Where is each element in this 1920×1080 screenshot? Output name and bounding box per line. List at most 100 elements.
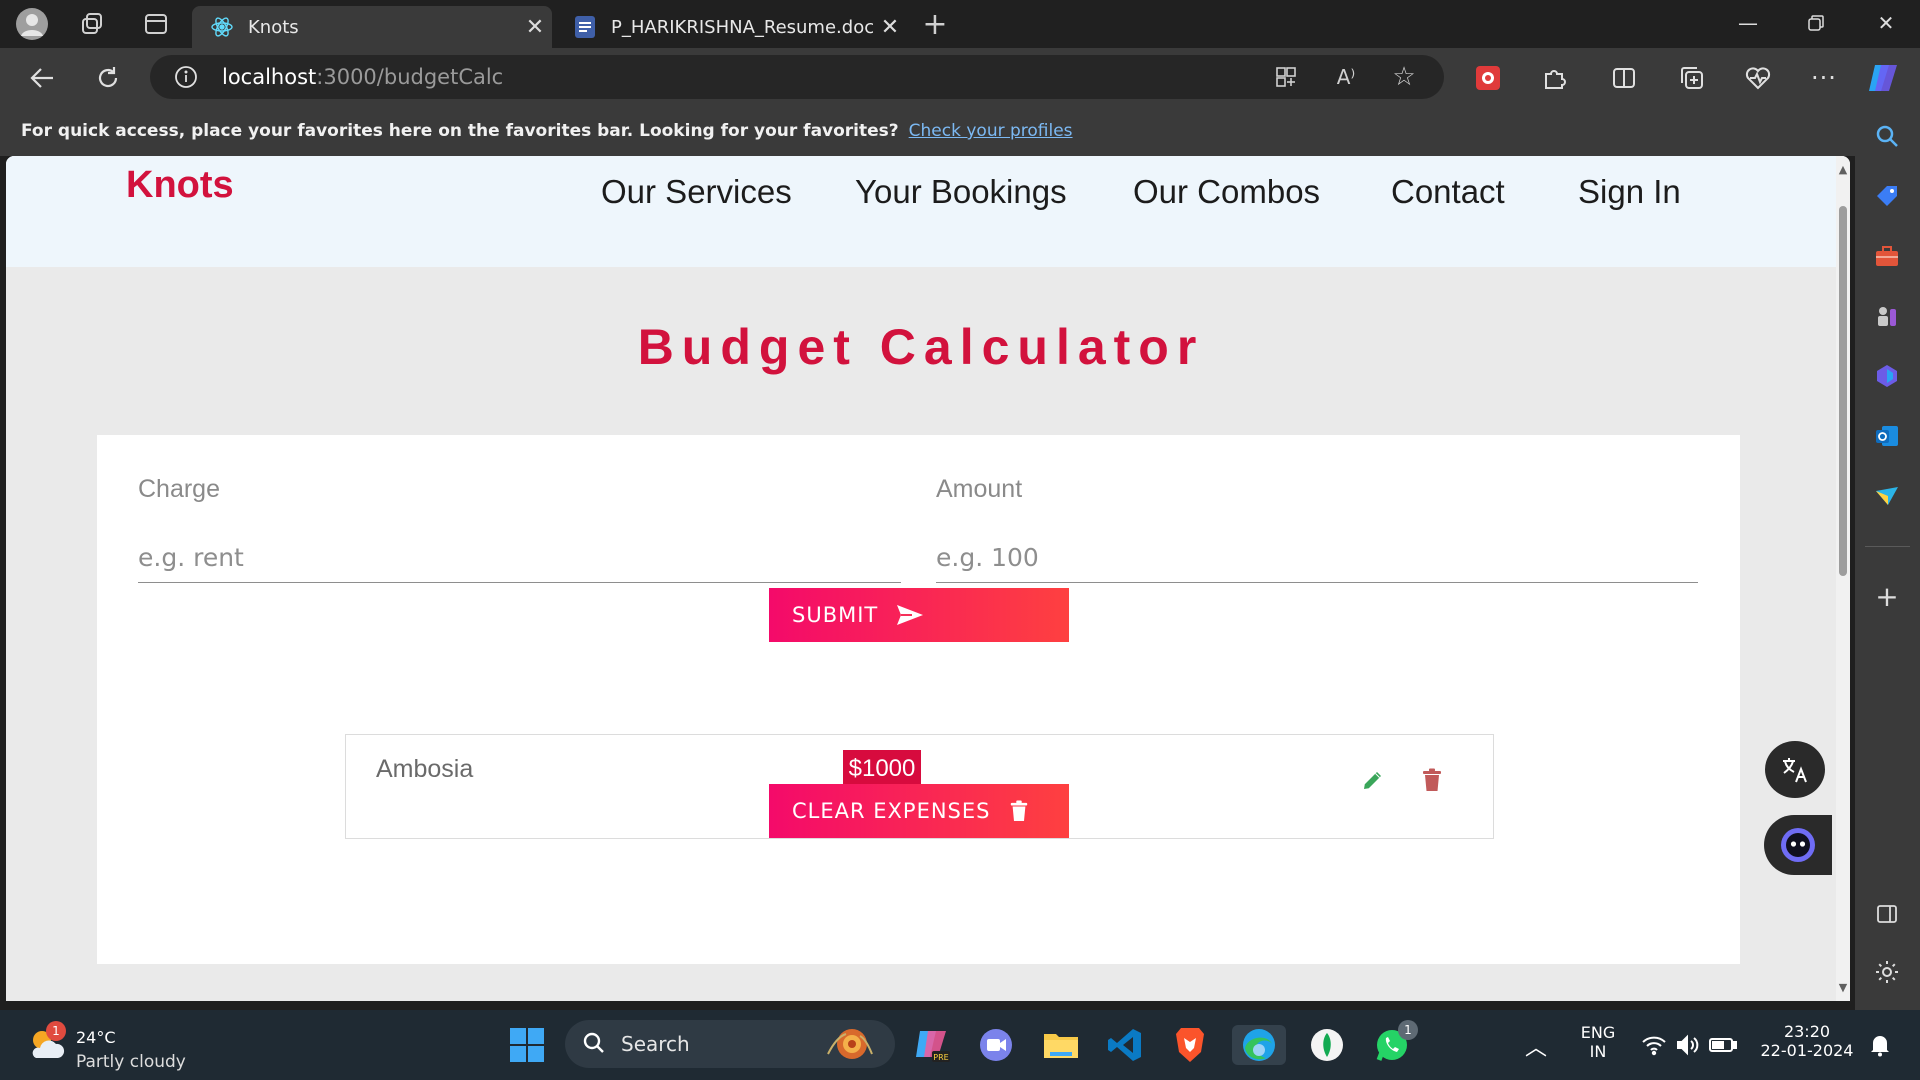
page-scrollbar[interactable]: ▲ ▼: [1836, 156, 1850, 1001]
charge-input[interactable]: [138, 533, 901, 583]
more-options-icon[interactable]: ···: [1802, 56, 1846, 100]
site-info-icon[interactable]: [174, 65, 198, 89]
minimize-icon[interactable]: —: [1718, 0, 1778, 46]
weather-temperature: 24°C: [76, 1028, 116, 1047]
nav-our-combos[interactable]: Our Combos: [1133, 173, 1320, 211]
amount-label: Amount: [936, 475, 1023, 503]
brave-icon[interactable]: [1170, 1025, 1210, 1065]
language-indicator[interactable]: ENG IN: [1578, 1023, 1618, 1061]
split-screen-icon[interactable]: [1602, 56, 1646, 100]
nav-sign-in[interactable]: Sign In: [1578, 173, 1681, 211]
region-code: IN: [1589, 1042, 1607, 1061]
taskbar-search[interactable]: Search: [565, 1020, 895, 1068]
react-icon: [210, 15, 234, 39]
clear-expenses-label: CLEAR EXPENSES: [792, 799, 991, 823]
workspaces-icon[interactable]: [72, 6, 112, 42]
outlook-icon[interactable]: [1869, 418, 1905, 454]
charge-label: Charge: [138, 475, 220, 503]
tab-title: Knots: [248, 16, 299, 38]
check-profiles-link[interactable]: Check your profiles: [909, 121, 1073, 141]
url-host: localhost: [222, 65, 317, 89]
budget-form-card: Charge Amount SUBMIT Ambosia $1000 CLEAR…: [97, 435, 1740, 964]
nav-our-services[interactable]: Our Services: [601, 173, 792, 211]
language-code: ENG: [1580, 1023, 1616, 1042]
battery-icon[interactable]: [1703, 1025, 1743, 1065]
favorites-message: For quick access, place your favorites h…: [21, 121, 899, 141]
collections-icon[interactable]: [1670, 56, 1714, 100]
back-icon[interactable]: [20, 56, 64, 100]
hide-sidebar-icon[interactable]: [1869, 896, 1905, 932]
scroll-up-icon[interactable]: ▲: [1837, 164, 1849, 176]
send-icon: [896, 604, 924, 626]
tools-briefcase-icon[interactable]: [1869, 238, 1905, 274]
tab-actions-icon[interactable]: [136, 6, 176, 42]
clock[interactable]: 23:20 22-01-2024: [1752, 1022, 1862, 1060]
assistant-bot-icon[interactable]: [1764, 815, 1832, 875]
profile-avatar-icon[interactable]: [12, 6, 52, 42]
windows-start-icon[interactable]: [507, 1025, 547, 1065]
tab-bar: Knots ✕ P_HARIKRISHNA_Resume.docx - ✕ + …: [0, 0, 1920, 48]
url-field[interactable]: localhost:3000/budgetCalc A⁾ ☆: [150, 55, 1444, 99]
app-available-icon[interactable]: [1272, 63, 1300, 91]
edit-pencil-icon[interactable]: [1358, 765, 1388, 795]
trash-icon: [1009, 799, 1029, 823]
weather-badge: 1: [46, 1021, 66, 1041]
nav-contact[interactable]: Contact: [1391, 173, 1505, 211]
refresh-icon[interactable]: [86, 56, 130, 100]
whatsapp-badge: 1: [1398, 1020, 1418, 1040]
file-explorer-icon[interactable]: [1041, 1025, 1081, 1065]
edge-browser-icon[interactable]: [1232, 1025, 1286, 1065]
send-plane-icon[interactable]: [1869, 478, 1905, 514]
weather-description: Partly cloudy: [76, 1052, 186, 1072]
tab-title: P_HARIKRISHNA_Resume.docx -: [611, 16, 873, 38]
scroll-thumb[interactable]: [1839, 206, 1847, 576]
close-window-icon[interactable]: ✕: [1856, 0, 1916, 46]
volume-icon[interactable]: [1668, 1025, 1708, 1065]
clear-expenses-button[interactable]: CLEAR EXPENSES: [769, 784, 1069, 838]
copilot-app-icon[interactable]: [1869, 358, 1905, 394]
scroll-down-icon[interactable]: ▼: [1837, 982, 1849, 994]
address-bar: localhost:3000/budgetCalc A⁾ ☆ ···: [0, 48, 1920, 106]
vscode-icon[interactable]: [1105, 1025, 1145, 1065]
search-icon[interactable]: [1869, 118, 1905, 154]
extensions-puzzle-icon[interactable]: [1532, 56, 1576, 100]
favorite-star-icon[interactable]: ☆: [1390, 62, 1418, 92]
copilot-icon[interactable]: [1862, 56, 1906, 100]
edge-sidebar: +: [1855, 106, 1920, 1010]
site-navbar: Knots Our Services Your Bookings Our Com…: [6, 156, 1836, 267]
games-icon[interactable]: [1869, 298, 1905, 334]
submit-label: SUBMIT: [792, 603, 879, 627]
brand-logo[interactable]: Knots: [126, 164, 234, 207]
amount-input[interactable]: [936, 533, 1698, 583]
tab-resume[interactable]: P_HARIKRISHNA_Resume.docx - ✕: [555, 6, 907, 48]
document-icon: [573, 15, 597, 39]
read-aloud-icon[interactable]: A⁾: [1332, 63, 1360, 91]
shopping-tag-icon[interactable]: [1869, 178, 1905, 214]
notification-bell-icon[interactable]: [1860, 1025, 1900, 1065]
weather-widget[interactable]: 1 24°C Partly cloudy: [26, 1020, 196, 1072]
extension-red-icon[interactable]: [1466, 56, 1510, 100]
nav-your-bookings[interactable]: Your Bookings: [855, 173, 1067, 211]
delete-trash-icon[interactable]: [1417, 765, 1447, 795]
mongodb-compass-icon[interactable]: [1307, 1025, 1347, 1065]
url-text: localhost:3000/budgetCalc: [222, 65, 503, 89]
tab-knots[interactable]: Knots ✕: [192, 6, 552, 48]
clock-time: 23:20: [1783, 1022, 1831, 1041]
performance-heart-icon[interactable]: [1736, 56, 1780, 100]
new-tab-button[interactable]: +: [915, 6, 955, 42]
settings-gear-icon[interactable]: [1869, 954, 1905, 990]
favorites-bar: For quick access, place your favorites h…: [0, 106, 1855, 156]
add-sidebar-app-icon[interactable]: +: [1869, 578, 1905, 614]
svg-text:PRE: PRE: [933, 1053, 948, 1062]
copilot-pre-icon[interactable]: PRE: [912, 1025, 952, 1065]
translate-icon[interactable]: [1765, 741, 1825, 798]
show-hidden-icons-chevron-icon[interactable]: ︿: [1525, 1030, 1547, 1062]
submit-button[interactable]: SUBMIT: [769, 588, 1069, 642]
close-tab-icon[interactable]: ✕: [518, 10, 552, 44]
windows-taskbar: 1 24°C Partly cloudy Search PRE 1 ︿ ENG …: [0, 1010, 1920, 1080]
clock-date: 22-01-2024: [1760, 1041, 1854, 1060]
url-path: :3000/budgetCalc: [316, 65, 504, 89]
teams-meet-icon[interactable]: [976, 1025, 1016, 1065]
restore-icon[interactable]: [1786, 0, 1846, 46]
close-tab-icon[interactable]: ✕: [873, 10, 907, 44]
